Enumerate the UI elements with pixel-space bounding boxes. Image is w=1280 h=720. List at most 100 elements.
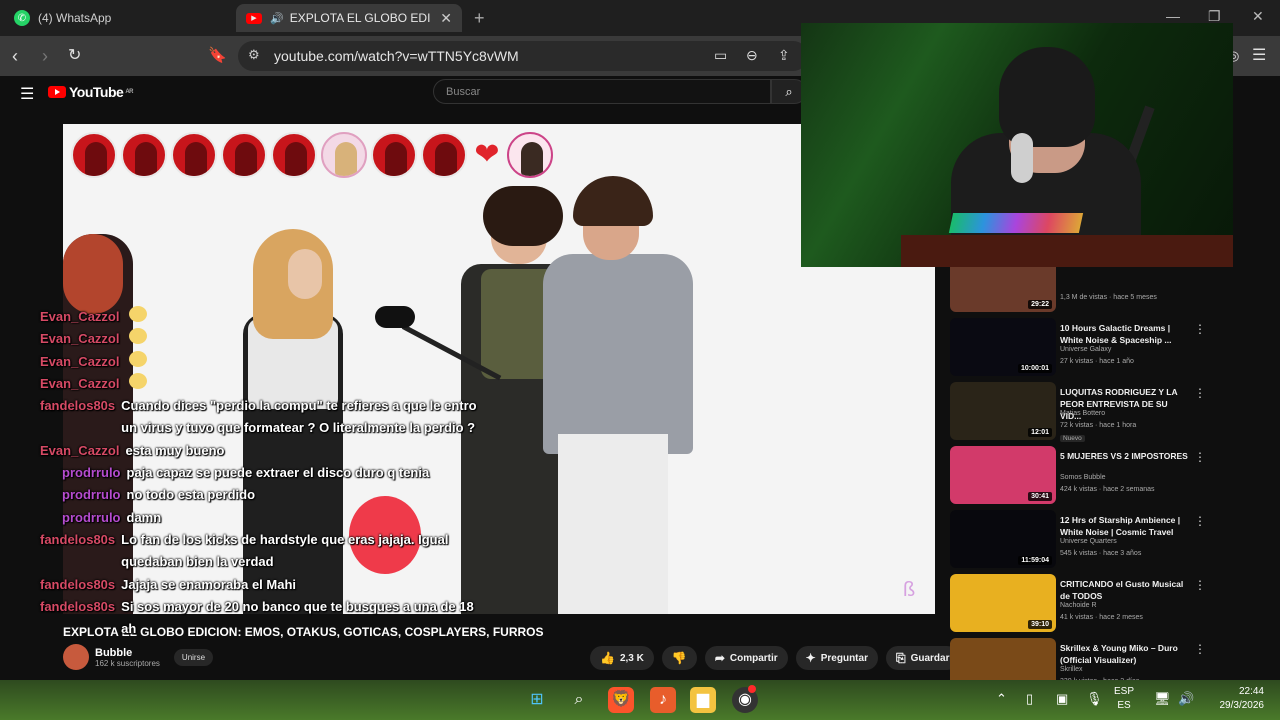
chat-message: fandelos80s Jajaja se enamoraba el Mahi bbox=[40, 574, 480, 596]
more-options-icon[interactable]: ⋮ bbox=[1194, 514, 1206, 528]
contestant-avatar bbox=[321, 132, 367, 178]
video-thumbnail[interactable]: 10:00:01 bbox=[950, 318, 1056, 376]
video-meta: 27 k vistas · hace 1 año bbox=[1060, 358, 1134, 365]
address-bar[interactable]: ⚙ youtube.com/watch?v=wTTN5Yc8vWM ▭ ⊖ ⇪ bbox=[238, 41, 808, 71]
recommended-video[interactable]: 12:01 LUQUITAS RODRIGUEZ Y LA PEOR ENTREV… bbox=[948, 380, 1264, 444]
new-badge: Nuevo bbox=[1060, 435, 1085, 442]
tab-youtube[interactable]: ▶ 🔊 EXPLOTA EL GLOBO EDICION ✕ bbox=[236, 4, 462, 32]
channel-name[interactable]: Universe Quarters bbox=[1060, 538, 1117, 545]
recommended-video[interactable]: 39:10 CRITICANDO el Gusto Musical de TODO… bbox=[948, 572, 1264, 636]
video-duration: 39:10 bbox=[1028, 620, 1052, 629]
streamer-webcam bbox=[801, 23, 1233, 267]
close-tab-icon[interactable]: ✕ bbox=[440, 10, 452, 27]
video-thumbnail[interactable]: 12:01 bbox=[950, 382, 1056, 440]
app-tray-icon[interactable]: ▣ bbox=[1056, 691, 1068, 707]
video-title[interactable]: 12 Hrs of Starship Ambience | White Nois… bbox=[1060, 514, 1190, 538]
youtube-icon: ▶ bbox=[246, 12, 262, 24]
cast-icon[interactable]: ▭ bbox=[714, 47, 727, 64]
ask-button[interactable]: ✦ Preguntar bbox=[795, 646, 878, 670]
chevron-up-icon[interactable]: ⌃ bbox=[996, 691, 1007, 707]
channel-name[interactable]: Nachoide R bbox=[1060, 602, 1097, 609]
tab-whatsapp[interactable]: ✆ (4) WhatsApp bbox=[4, 4, 232, 32]
network-icon[interactable]: 🖥 bbox=[1154, 691, 1171, 707]
question-heart-icon: ❤ bbox=[474, 138, 500, 171]
speaker-icon[interactable]: 🔊 bbox=[270, 12, 284, 25]
forward-icon[interactable]: › bbox=[42, 46, 48, 66]
new-tab-button[interactable]: + bbox=[474, 8, 485, 29]
channel-avatar[interactable] bbox=[63, 644, 89, 670]
file-explorer-icon[interactable]: ▆ bbox=[690, 687, 716, 713]
zoom-icon[interactable]: ⊖ bbox=[746, 47, 758, 64]
video-thumbnail[interactable]: 39:10 bbox=[950, 574, 1056, 632]
join-button[interactable]: Unirse bbox=[173, 648, 214, 666]
chat-username: fandelos80s bbox=[40, 531, 116, 547]
video-duration: 29:22 bbox=[1028, 300, 1052, 309]
hamburger-menu-icon[interactable]: ☰ bbox=[20, 84, 34, 104]
video-title[interactable]: 5 MUJERES VS 2 IMPOSTORES bbox=[1060, 450, 1190, 462]
more-options-icon[interactable]: ⋮ bbox=[1194, 578, 1206, 592]
brave-browser-icon[interactable]: 🦁 bbox=[608, 687, 634, 713]
video-duration: 12:01 bbox=[1028, 428, 1052, 437]
channel-watermark-icon: ß bbox=[903, 579, 916, 601]
dislike-button[interactable]: 👎 bbox=[661, 646, 697, 670]
recommended-video[interactable]: 30:41 5 MUJERES VS 2 IMPOSTORES Somos Bubb… bbox=[948, 444, 1264, 508]
close-window-icon[interactable]: ✕ bbox=[1252, 8, 1264, 25]
language-indicator[interactable]: ESP ES bbox=[1114, 685, 1134, 713]
reload-icon[interactable]: ↻ bbox=[68, 46, 81, 66]
windows-start-icon[interactable]: ⊞ bbox=[524, 687, 550, 713]
share-label: Compartir bbox=[729, 652, 778, 664]
person-host-hair bbox=[483, 186, 563, 246]
search-box[interactable] bbox=[433, 79, 771, 104]
channel-row: Bubble 162 k suscriptores Unirse bbox=[63, 642, 214, 672]
recommended-video[interactable]: 10:00:01 10 Hours Galactic Dreams | White… bbox=[948, 316, 1264, 380]
volume-icon[interactable]: 🔊 bbox=[1178, 691, 1194, 707]
more-options-icon[interactable]: ⋮ bbox=[1194, 322, 1206, 336]
chat-message: fandelos80s Lo fan de los kicks de hardst… bbox=[40, 529, 480, 574]
youtube-logo[interactable]: YouTube AR bbox=[48, 84, 133, 100]
video-title[interactable]: Skrillex & Young Miko – Duro (Official V… bbox=[1060, 642, 1190, 666]
chat-username: fandelos80s bbox=[40, 598, 116, 614]
video-duration: 10:00:01 bbox=[1017, 364, 1052, 373]
channel-name[interactable]: Skrillex bbox=[1060, 666, 1083, 673]
youtube-logo-text: YouTube bbox=[69, 84, 124, 100]
save-label: Guardar bbox=[910, 652, 950, 664]
thumbs-down-icon: 👎 bbox=[671, 651, 687, 665]
bookmark-icon[interactable]: 🔖 bbox=[208, 46, 227, 66]
video-actions: 👍 2,3 K 👎 ➦ Compartir ✦ Preguntar ⎘ Guardar … bbox=[590, 646, 998, 670]
browser-menu-icon[interactable]: ☰ bbox=[1252, 46, 1266, 66]
device-icon[interactable]: ▯ bbox=[1026, 691, 1033, 707]
url-text[interactable]: youtube.com/watch?v=wTTN5Yc8vWM bbox=[274, 48, 519, 64]
chat-message: prodrrulo no todo esta perdido bbox=[40, 484, 480, 506]
video-title[interactable]: CRITICANDO el Gusto Musical de TODOS bbox=[1060, 578, 1190, 602]
contestant-avatar bbox=[421, 132, 467, 178]
contestant-avatar bbox=[221, 132, 267, 178]
stream-chat-overlay: Evan_Cazzol Evan_Cazzol Evan_Cazzol Evan_Ca… bbox=[40, 306, 480, 640]
search-input[interactable] bbox=[434, 80, 754, 103]
back-icon[interactable]: ‹ bbox=[12, 46, 18, 66]
minimize-icon[interactable]: — bbox=[1166, 8, 1180, 24]
microphone-icon[interactable]: 🎙 bbox=[1086, 691, 1103, 707]
channel-name[interactable]: Bubble bbox=[95, 647, 160, 659]
channel-name[interactable]: Matias Bottero bbox=[1060, 410, 1105, 417]
share-icon[interactable]: ⇪ bbox=[778, 47, 790, 64]
more-options-icon[interactable]: ⋮ bbox=[1194, 642, 1206, 656]
more-options-icon[interactable]: ⋮ bbox=[1194, 386, 1206, 400]
chat-username: Evan_Cazzol bbox=[40, 442, 120, 458]
recording-indicator bbox=[748, 685, 756, 693]
recommended-video[interactable]: 11:59:04 12 Hrs of Starship Ambience | Wh… bbox=[948, 508, 1264, 572]
like-button[interactable]: 👍 2,3 K bbox=[590, 646, 654, 670]
more-options-icon[interactable]: ⋮ bbox=[1194, 450, 1206, 464]
video-title[interactable]: 10 Hours Galactic Dreams | White Noise &… bbox=[1060, 322, 1190, 346]
video-thumbnail[interactable]: 30:41 bbox=[950, 446, 1056, 504]
share-button[interactable]: ➦ Compartir bbox=[704, 646, 788, 670]
channel-name[interactable]: Universe Galaxy bbox=[1060, 346, 1111, 353]
channel-name[interactable]: Somos Bubble bbox=[1060, 474, 1106, 481]
search-icon[interactable]: ⌕ bbox=[566, 687, 592, 713]
site-info-icon[interactable]: ⚙ bbox=[248, 47, 260, 63]
chat-username: prodrrulo bbox=[62, 509, 121, 525]
fl-studio-icon[interactable]: ♪ bbox=[650, 687, 676, 713]
chat-text: Si sos mayor de 20 no banco que te busqu… bbox=[121, 598, 474, 637]
video-thumbnail[interactable]: 11:59:04 bbox=[950, 510, 1056, 568]
clock[interactable]: 22:44 29/3/2026 bbox=[1206, 685, 1265, 713]
contestant-avatar bbox=[71, 132, 117, 178]
